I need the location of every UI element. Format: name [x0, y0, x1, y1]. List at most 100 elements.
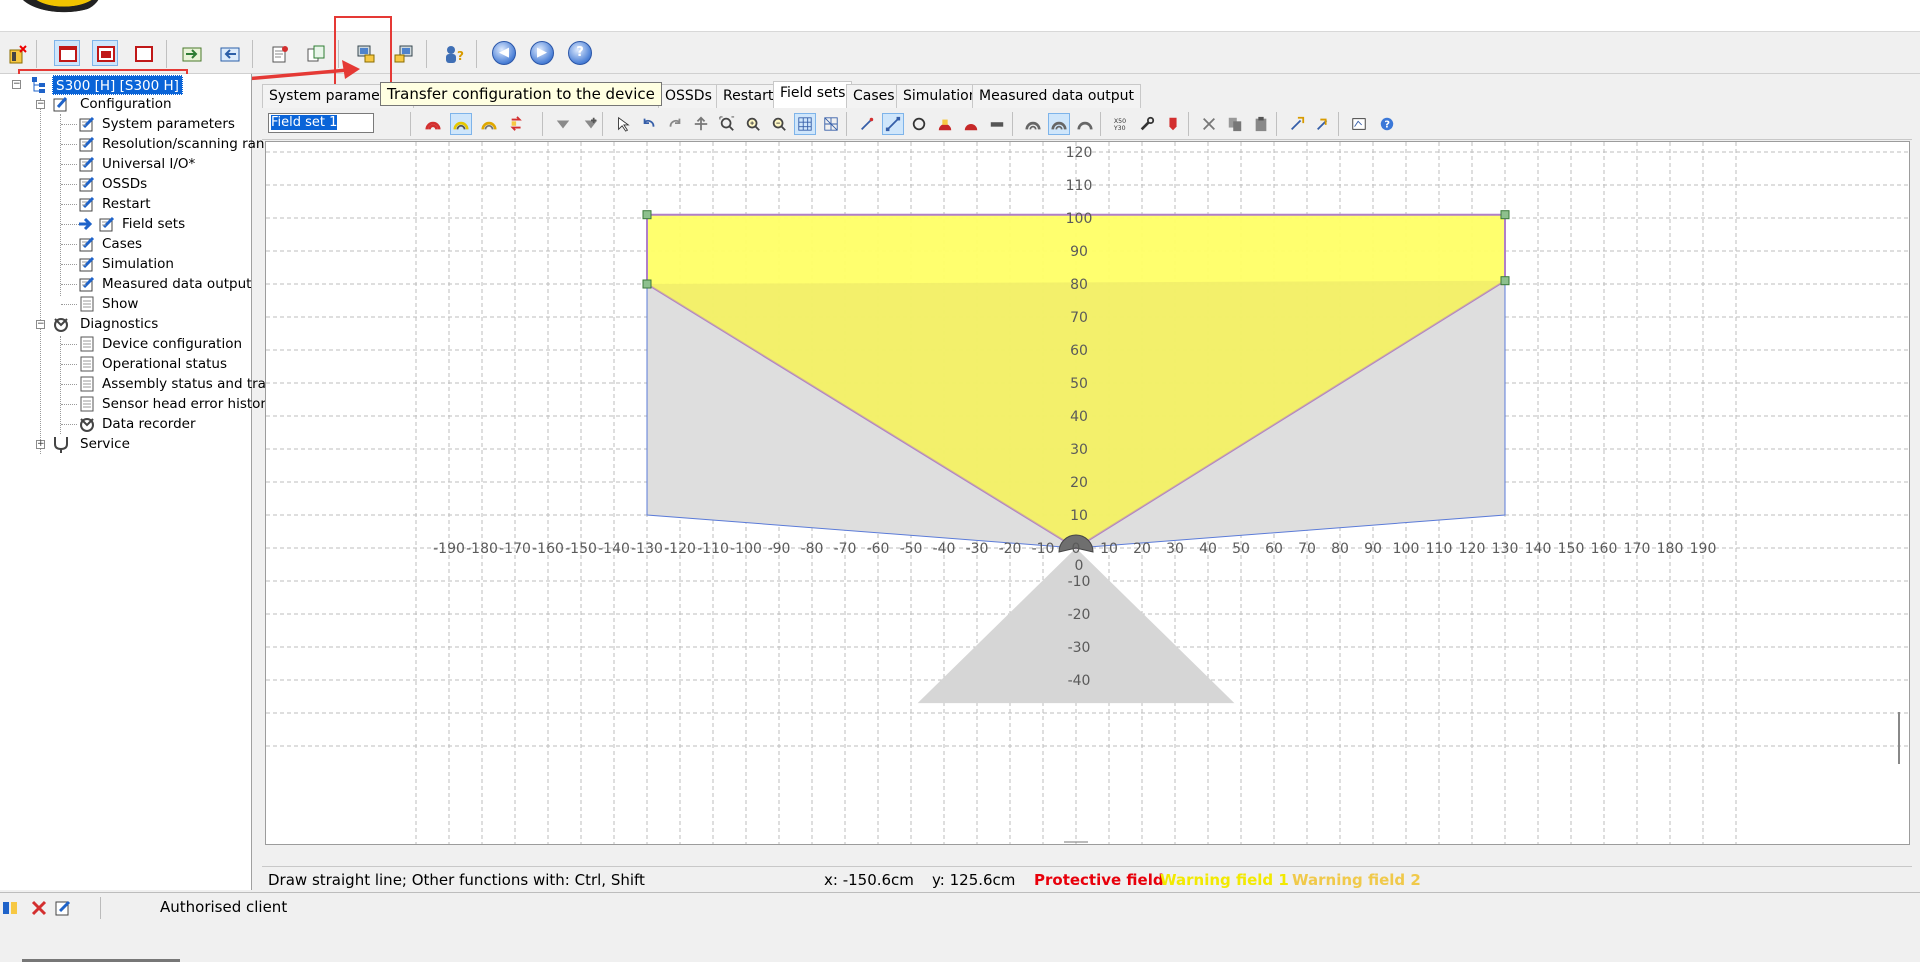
device-window-1-icon[interactable] [54, 40, 80, 66]
tree-diagnostics[interactable]: Diagnostics [80, 314, 158, 334]
x-tick-label: 170 [1624, 541, 1651, 557]
tree-item-cases[interactable]: Cases [102, 234, 142, 254]
x-tick-label: 60 [1265, 541, 1283, 557]
configuration-icon [53, 97, 68, 112]
field-center-icon[interactable] [1048, 113, 1070, 135]
coordinates-input-icon[interactable]: X50 Y30 [1110, 113, 1132, 135]
x-tick-label: 100 [1393, 541, 1420, 557]
field-set-name-input[interactable]: Field set 1 [268, 113, 374, 133]
settings-wrench-icon[interactable] [1136, 113, 1158, 135]
tab-restart[interactable]: Restart [716, 84, 781, 108]
tab-ossds[interactable]: OSSDs [658, 84, 719, 108]
select-pointer-icon[interactable] [612, 113, 634, 135]
tree-item-show[interactable]: Show [102, 294, 138, 314]
tree-item-simulation[interactable]: Simulation [102, 254, 174, 274]
grid-polar-icon[interactable] [820, 113, 842, 135]
tab-field-sets[interactable]: Field sets [773, 81, 853, 108]
paste-icon[interactable] [1250, 113, 1272, 135]
diagnostics-expander[interactable]: − [36, 320, 45, 329]
device-window-3-icon[interactable] [130, 40, 156, 66]
draw-segment-icon[interactable] [934, 113, 956, 135]
swap-fields-icon[interactable] [506, 113, 528, 135]
zoom-fit-icon[interactable] [716, 113, 738, 135]
configuration-expander[interactable]: − [36, 100, 45, 109]
edit-page-icon [99, 216, 115, 232]
new-project-icon[interactable] [4, 40, 30, 66]
tree-root-device[interactable]: S300 [H] [S300 H] [52, 75, 183, 95]
vertex-handle [1500, 276, 1510, 286]
connection-icon[interactable] [2, 899, 22, 917]
zoom-in-icon[interactable] [742, 113, 764, 135]
show-page-icon [80, 296, 94, 312]
svg-text:Y30: Y30 [1113, 125, 1126, 132]
draw-circle-icon[interactable] [908, 113, 930, 135]
root-expander[interactable]: − [12, 80, 21, 89]
service-expander[interactable]: + [36, 440, 45, 449]
field-right-icon[interactable] [1074, 113, 1096, 135]
marker-icon[interactable] [1162, 113, 1184, 135]
y-tick-label: 90 [1070, 244, 1088, 260]
field-left-icon[interactable] [1022, 113, 1044, 135]
redo-icon[interactable] [664, 113, 686, 135]
tree-item-sensor-head-error-history[interactable]: Sensor head error history [102, 394, 274, 414]
copy-icon[interactable] [1224, 113, 1246, 135]
tab-cases[interactable]: Cases [846, 84, 902, 108]
zoom-out-icon[interactable] [768, 113, 790, 135]
x-tick-label: -140 [598, 541, 630, 557]
legend-warning-field-2: Warning field 2 [1292, 871, 1421, 889]
tree-service[interactable]: Service [80, 434, 130, 454]
move-icon[interactable] [690, 113, 712, 135]
tree-item-ossds[interactable]: OSSDs [102, 174, 147, 194]
list-page-icon [80, 376, 94, 392]
field-print-icon[interactable] [1348, 113, 1370, 135]
svg-text:?: ? [1384, 120, 1390, 131]
edit-config-icon[interactable] [54, 899, 74, 917]
field-shape-icon[interactable] [552, 113, 574, 135]
x-tick-label: 130 [1492, 541, 1519, 557]
disconnect-icon[interactable] [30, 899, 50, 917]
field-help-icon[interactable]: ? [1376, 113, 1398, 135]
draw-rectangle-icon[interactable] [960, 113, 982, 135]
tree-configuration[interactable]: Configuration [80, 94, 172, 114]
protective-field-icon[interactable] [422, 113, 444, 135]
y-tick-label: 70 [1070, 310, 1088, 326]
field-shape-add-icon[interactable] [580, 113, 602, 135]
transfer-from-device-icon[interactable] [390, 40, 416, 66]
field-export-icon[interactable] [1312, 113, 1334, 135]
warning-field-1-icon[interactable] [450, 113, 472, 135]
draw-point-icon[interactable] [856, 113, 878, 135]
tree-item-assembly-status[interactable]: Assembly status and trac [102, 374, 273, 394]
tree-item-restart[interactable]: Restart [102, 194, 151, 214]
tree-item-system-parameters[interactable]: System parameters [102, 114, 235, 134]
x-tick-label: -30 [966, 541, 989, 557]
grid-icon[interactable] [794, 113, 816, 135]
undo-icon[interactable] [638, 113, 660, 135]
y-tick-label: 30 [1070, 442, 1088, 458]
x-tick-label: 20 [1133, 541, 1151, 557]
canvas-vertical-scroll-indicator[interactable] [1898, 712, 1900, 764]
draw-line-icon[interactable] [882, 113, 904, 135]
y-tick-label: 120 [1066, 145, 1093, 161]
tree-item-data-recorder[interactable]: Data recorder [102, 414, 196, 434]
tab-measured-data-output[interactable]: Measured data output [972, 84, 1141, 108]
user-login-icon[interactable]: ? [440, 40, 466, 66]
device-window-2-icon[interactable] [92, 40, 118, 66]
tree-item-universal-io[interactable]: Universal I/O* [102, 154, 195, 174]
x-tick-label: 0 [1072, 541, 1081, 557]
title-strip [0, 0, 1920, 32]
forward-icon[interactable]: ▶ [530, 41, 554, 65]
tree-item-operational-status[interactable]: Operational status [102, 354, 227, 374]
back-icon[interactable]: ◀ [492, 41, 516, 65]
cut-icon[interactable] [1198, 113, 1220, 135]
tree-item-measured-data-output[interactable]: Measured data output [102, 274, 251, 294]
field-import-icon[interactable] [1286, 113, 1308, 135]
tree-item-resolution-scanning[interactable]: Resolution/scanning ran [102, 134, 264, 154]
contour-icon[interactable] [986, 113, 1008, 135]
x-tick-label: -40 [933, 541, 956, 557]
warning-field-2-icon[interactable] [478, 113, 500, 135]
field-set-canvas[interactable]: -190 -180 -170 -160 -150 -140 -130 -120 -110 -100… [265, 141, 1910, 845]
tree-item-device-configuration[interactable]: Device configuration [102, 334, 242, 354]
tree-item-field-sets[interactable]: Field sets [122, 214, 185, 234]
help-icon[interactable]: ? [568, 41, 592, 65]
y-tick-label: 60 [1070, 343, 1088, 359]
